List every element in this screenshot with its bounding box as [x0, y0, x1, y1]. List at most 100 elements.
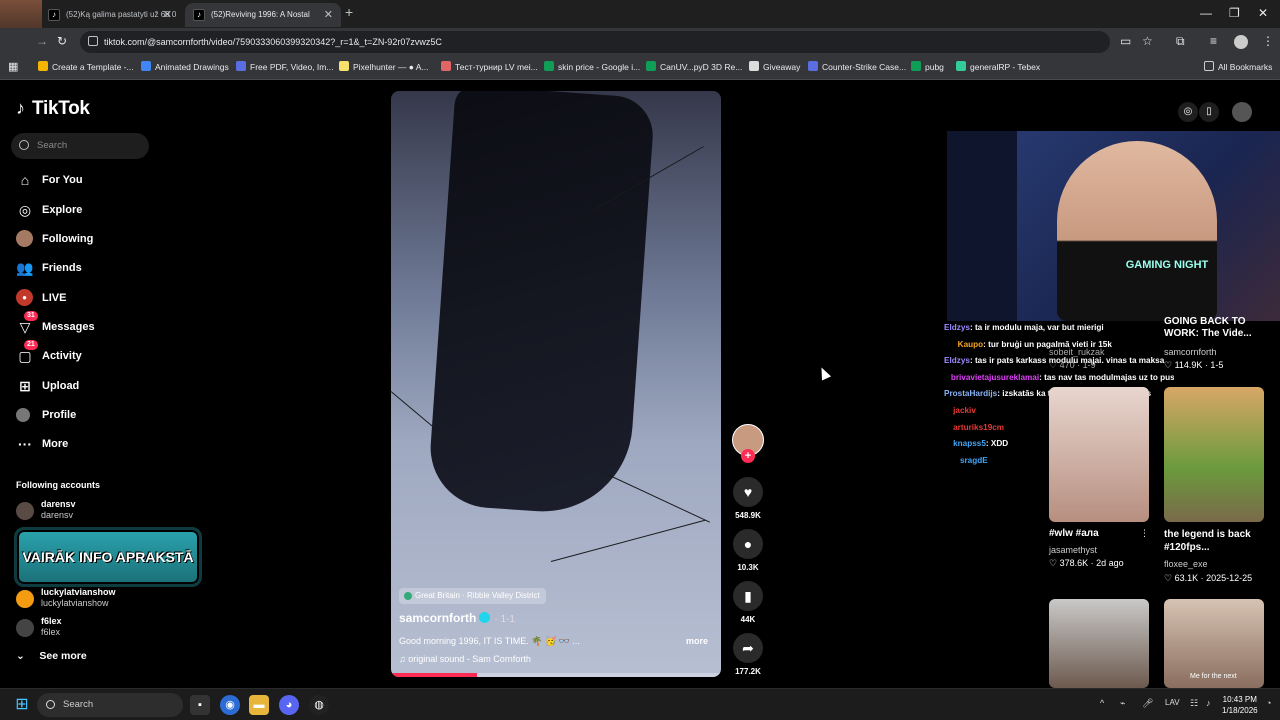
- site-info-icon[interactable]: [88, 36, 98, 46]
- tiktok-icon: ♪: [16, 98, 25, 118]
- comment-button[interactable]: ● 10.3K: [732, 529, 764, 572]
- feed-item-stats: ♡ 63.1K · 2025-12-25: [1164, 573, 1253, 583]
- share-button[interactable]: ➦ 177.2K: [732, 633, 764, 676]
- video-frame-content: [426, 91, 656, 518]
- stream-overlay-banner: VAIRĀK INFO APRAKSTĀ: [14, 527, 202, 587]
- obs-icon[interactable]: ◍: [309, 695, 329, 715]
- tab-2-label: (52)Reviving 1996: A Nostal: [211, 10, 310, 19]
- bookmark-item[interactable]: Pixelhunter — ● A...: [339, 56, 429, 78]
- feed-thumbnail[interactable]: [1049, 599, 1149, 688]
- location-tag[interactable]: Great Britain · Ribble Valley District: [399, 588, 546, 604]
- bookmark-item[interactable]: Giveaway: [749, 56, 800, 78]
- discord-icon[interactable]: ◕: [279, 695, 299, 715]
- video-sound[interactable]: ♫ original sound - Sam Cornforth: [399, 654, 531, 664]
- feed-item-title[interactable]: GOING BACK TO WORK: The Vide...: [1164, 316, 1264, 340]
- more-icon: ···: [18, 436, 32, 452]
- music-note-icon: ♫: [399, 654, 409, 664]
- bookmark-item[interactable]: Тест-турнир LV mei...: [441, 56, 538, 78]
- bookmark-item[interactable]: skin price - Google i...: [544, 56, 640, 78]
- task-view-icon[interactable]: ▪: [190, 695, 210, 715]
- bookmark-item[interactable]: Animated Drawings: [141, 56, 229, 78]
- video-player[interactable]: Great Britain · Ribble Valley District s…: [391, 91, 721, 677]
- reload-icon[interactable]: ↻: [57, 34, 67, 48]
- bookmark-item[interactable]: Create a Template -...: [38, 56, 134, 78]
- more-button[interactable]: more: [686, 636, 708, 646]
- search-icon: [19, 140, 29, 150]
- profile-avatar[interactable]: [1232, 102, 1252, 122]
- save-button[interactable]: ▮ 44K: [732, 581, 764, 624]
- url-text[interactable]: tiktok.com/@samcornforth/video/759033306…: [104, 31, 442, 53]
- account-item[interactable]: luckylatvianshow luckylatvianshow: [16, 587, 166, 613]
- mic-icon[interactable]: 🎤︎: [1142, 698, 1153, 709]
- minimize-icon[interactable]: —: [1200, 6, 1212, 20]
- file-explorer-icon[interactable]: ▬: [249, 695, 269, 715]
- all-bookmarks[interactable]: All Bookmarks: [1204, 56, 1272, 78]
- network-icon[interactable]: ⌁: [1120, 698, 1125, 709]
- taskbar-search[interactable]: Search: [37, 693, 183, 717]
- feed-thumbnail[interactable]: Me for the next: [1164, 599, 1264, 688]
- avatar: [16, 502, 34, 520]
- feed-item-author[interactable]: samcornforth: [1164, 347, 1217, 357]
- video-progress-bar[interactable]: [391, 673, 721, 677]
- system-clock[interactable]: 10:43 PM 1/18/2026: [1222, 694, 1258, 716]
- device-icon[interactable]: ▯: [1199, 102, 1219, 122]
- kebab-icon[interactable]: ⋮: [1140, 528, 1149, 539]
- apps-grid-icon[interactable]: ▦: [8, 56, 18, 78]
- restore-icon[interactable]: ❐: [1229, 6, 1240, 20]
- bookmark-item[interactable]: Free PDF, Video, Im...: [236, 56, 333, 78]
- live-icon: ●: [16, 289, 33, 306]
- forward-icon[interactable]: →: [36, 34, 48, 48]
- like-button[interactable]: ♥ 548.9K: [732, 477, 764, 520]
- tiktok-logo[interactable]: ♪ TikTok: [16, 98, 90, 120]
- windows-start-icon[interactable]: ⊞: [12, 695, 32, 715]
- feed-item-title[interactable]: #wlw #ала: [1049, 528, 1099, 539]
- feed-item-author[interactable]: jasamethyst: [1049, 545, 1097, 555]
- feed-item-stats: ♡ 470 · 1-9: [1049, 360, 1096, 370]
- tray-chevron-icon[interactable]: ^: [1100, 698, 1104, 708]
- video-author[interactable]: samcornforth · 1-1: [399, 611, 515, 625]
- cast-icon[interactable]: ▭: [1120, 34, 1131, 48]
- extensions-icon[interactable]: ⧉: [1176, 34, 1185, 49]
- notification-icon[interactable]: ◔: [1266, 698, 1271, 708]
- media-control-icon[interactable]: ≡: [1210, 34, 1217, 48]
- tab-1[interactable]: ♪ (52)Ką galima pastatyti už 60 0 ✕: [40, 3, 180, 27]
- search-icon: [46, 700, 55, 709]
- close-tab-icon[interactable]: ✕: [324, 3, 333, 27]
- close-tab-icon[interactable]: ✕: [163, 3, 172, 27]
- follow-plus-icon[interactable]: +: [741, 449, 755, 463]
- bookmark-item[interactable]: generalRP - Tebex: [956, 56, 1040, 78]
- upload-icon: ⊞: [19, 378, 31, 394]
- volume-icon[interactable]: ♪: [1206, 698, 1211, 708]
- avatar: [16, 619, 34, 637]
- bookmark-item[interactable]: CanUV...pyD 3D Re...: [646, 56, 742, 78]
- bookmark-item[interactable]: Counter-Strike Case...: [808, 56, 906, 78]
- compass-icon: ◎: [18, 202, 32, 218]
- language-indicator[interactable]: LAV: [1165, 698, 1180, 707]
- new-tab-button[interactable]: +: [345, 4, 353, 20]
- account-item[interactable]: f6lex f6lex: [16, 616, 166, 642]
- bookmark-star-icon[interactable]: ☆: [1142, 34, 1153, 48]
- search-placeholder: Search: [37, 140, 68, 151]
- see-more-button[interactable]: ⌄ See more: [16, 650, 87, 662]
- feed-item-author[interactable]: sobeit_rukzak: [1049, 347, 1105, 357]
- search-input[interactable]: Search: [11, 133, 149, 159]
- account-item[interactable]: darensv darensv: [16, 499, 166, 525]
- tab-2[interactable]: ♪ (52)Reviving 1996: A Nostal ✕: [185, 3, 341, 27]
- streamer-webcam: GAMING NIGHT: [947, 131, 1280, 321]
- feed-item-stats: ♡ 114.9K · 1-5: [1164, 360, 1224, 370]
- address-bar[interactable]: tiktok.com/@samcornforth/video/759033306…: [80, 31, 1110, 53]
- bookmark-item[interactable]: pubg: [911, 56, 944, 78]
- close-window-icon[interactable]: ✕: [1258, 6, 1268, 20]
- profile-icon: [16, 408, 30, 422]
- feed-item-title[interactable]: the legend is back #120fps...: [1164, 528, 1274, 554]
- video-progress-fill: [391, 673, 477, 677]
- chrome-icon[interactable]: ◉: [220, 695, 240, 715]
- profile-avatar-icon[interactable]: [1234, 35, 1248, 49]
- coin-icon[interactable]: ◎: [1178, 102, 1198, 122]
- feed-thumbnail[interactable]: [1164, 387, 1264, 522]
- feed-item-author[interactable]: floxee_exe: [1164, 559, 1208, 569]
- wifi-icon[interactable]: ☷: [1190, 698, 1198, 709]
- feed-thumbnail[interactable]: [1049, 387, 1149, 522]
- menu-kebab-icon[interactable]: ⋮: [1262, 34, 1274, 48]
- share-icon: ➦: [733, 633, 763, 663]
